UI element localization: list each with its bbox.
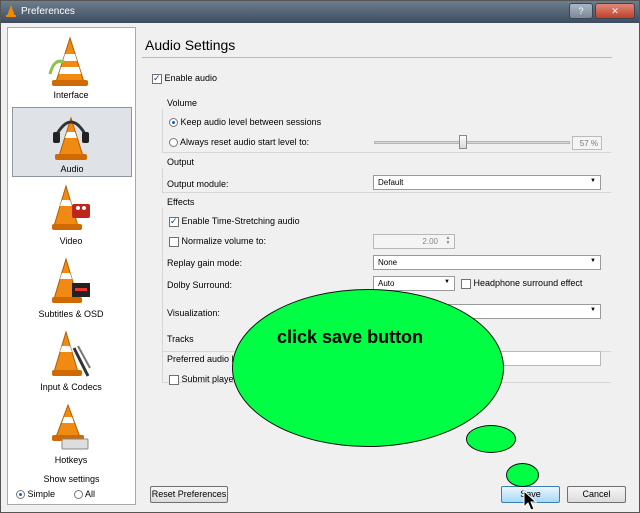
- sidebar-item-label: Hotkeys: [54, 455, 88, 465]
- annotation-bubble-dot-small: [506, 463, 539, 487]
- replay-gain-select[interactable]: None ▼: [373, 255, 601, 270]
- vlc-cone-video-icon: [52, 184, 90, 230]
- sidebar-item-subtitles[interactable]: Subtitles & OSD: [12, 253, 132, 323]
- spin-arrows-icon[interactable]: ▲ ▼: [443, 236, 453, 247]
- sidebar-item-video[interactable]: Video: [12, 180, 132, 250]
- keep-level-radio[interactable]: Keep audio level between sessions: [169, 117, 322, 128]
- dolby-value: Auto: [378, 279, 395, 288]
- reset-level-label: Always reset audio start level to:: [180, 137, 310, 147]
- tracks-group-title: Tracks: [167, 334, 194, 344]
- simple-radio-label: Simple: [27, 489, 56, 499]
- sidebar-item-label: Audio: [60, 164, 84, 174]
- sidebar-item-label: Subtitles & OSD: [38, 309, 104, 319]
- replay-gain-label: Replay gain mode:: [167, 258, 243, 268]
- sidebar-item-label: Interface: [53, 90, 89, 100]
- simple-radio[interactable]: Simple: [16, 489, 56, 500]
- preferred-audio-label: Preferred audio l: [167, 354, 234, 364]
- normalize-value: 2.00: [422, 237, 438, 246]
- output-module-select[interactable]: Default ▼: [373, 175, 601, 190]
- normalize-checkbox[interactable]: Normalize volume to:: [169, 236, 266, 247]
- all-radio-label: All: [85, 489, 96, 499]
- page-title: Audio Settings: [145, 37, 236, 53]
- dropdown-arrow-icon: ▼: [590, 258, 596, 264]
- output-module-value: Default: [378, 178, 404, 187]
- radio-selected-icon: [16, 490, 25, 500]
- volume-slider-track[interactable]: [374, 141, 570, 144]
- time-stretch-label: Enable Time-Stretching audio: [181, 216, 300, 226]
- normalize-label: Normalize volume to:: [181, 236, 267, 246]
- vlc-cone-headphones-icon: [53, 116, 89, 160]
- radio-selected-icon: [169, 118, 178, 128]
- annotation-bubble-dot-large: [466, 425, 516, 453]
- cancel-button[interactable]: Cancel: [567, 486, 626, 503]
- checkbox-icon: [169, 236, 179, 247]
- sidebar-item-label: Video: [59, 236, 83, 246]
- enable-audio-label: Enable audio: [164, 73, 218, 83]
- sidebar-item-hotkeys[interactable]: Hotkeys: [12, 399, 132, 469]
- headphone-surround-checkbox[interactable]: Headphone surround effect: [461, 278, 582, 289]
- show-settings-group: Show settings Simple All: [8, 474, 135, 504]
- vlc-cone-keyboard-icon: [52, 403, 89, 450]
- annotation-text: click save button: [277, 327, 424, 347]
- volume-slider-handle[interactable]: [459, 135, 468, 149]
- radio-icon: [169, 138, 178, 148]
- output-module-label: Output module:: [167, 179, 229, 189]
- help-button[interactable]: ?: [569, 3, 593, 19]
- normalize-spinbox[interactable]: 2.00 ▲ ▼: [373, 234, 455, 249]
- enable-audio-checkbox[interactable]: Enable audio: [152, 73, 217, 84]
- radio-icon: [74, 490, 83, 500]
- submit-player-label: Submit player: [181, 374, 237, 384]
- mouse-cursor-icon: [523, 490, 537, 511]
- sidebar-item-interface[interactable]: Interface: [12, 34, 132, 104]
- vlc-cone-cables-icon: [52, 330, 91, 377]
- sidebar-item-audio[interactable]: Audio: [12, 107, 132, 177]
- reset-level-radio[interactable]: Always reset audio start level to:: [169, 137, 310, 148]
- time-stretch-checkbox[interactable]: Enable Time-Stretching audio: [169, 216, 300, 227]
- dropdown-arrow-icon: ▼: [590, 178, 596, 184]
- window-title: Preferences: [21, 6, 75, 17]
- sidebar-item-label: Input & Codecs: [40, 382, 102, 392]
- checkbox-icon: [461, 278, 471, 289]
- preferences-window: Preferences ? ✕ Interface Audio Video Su…: [0, 0, 640, 513]
- sidebar-item-input-codecs[interactable]: Input & Codecs: [12, 326, 132, 396]
- keep-level-label: Keep audio level between sessions: [180, 117, 322, 127]
- checkbox-checked-icon: [169, 216, 179, 227]
- close-button[interactable]: ✕: [595, 3, 635, 19]
- title-bar: Preferences ? ✕: [1, 1, 639, 23]
- dropdown-arrow-icon: ▼: [590, 307, 596, 313]
- dolby-label: Dolby Surround:: [167, 280, 233, 290]
- replay-gain-value: None: [378, 258, 398, 267]
- effects-group-title: Effects: [167, 197, 195, 207]
- heading-divider: [142, 57, 612, 58]
- category-sidebar: Interface Audio Video Subtitles & OSD In…: [7, 27, 136, 505]
- volume-percent-field[interactable]: 57 %: [572, 136, 602, 150]
- vlc-cone-interface-icon: [48, 36, 88, 86]
- visualization-label: Visualization:: [167, 308, 220, 318]
- output-group-title: Output: [167, 157, 195, 167]
- volume-group-title: Volume: [167, 98, 198, 108]
- headphone-surround-label: Headphone surround effect: [473, 278, 583, 288]
- preferred-audio-input[interactable]: [498, 351, 601, 366]
- submit-player-checkbox[interactable]: Submit player: [169, 374, 237, 385]
- checkbox-checked-icon: [152, 73, 162, 84]
- checkbox-icon: [169, 374, 179, 385]
- vlc-app-icon: [6, 5, 16, 17]
- show-settings-label: Show settings: [43, 474, 100, 484]
- all-radio[interactable]: All: [74, 489, 96, 500]
- reset-preferences-button[interactable]: Reset Preferences: [150, 486, 228, 503]
- annotation-bubble: [232, 289, 504, 447]
- vlc-cone-subtitles-icon: [52, 257, 90, 303]
- dropdown-arrow-icon: ▼: [444, 279, 450, 285]
